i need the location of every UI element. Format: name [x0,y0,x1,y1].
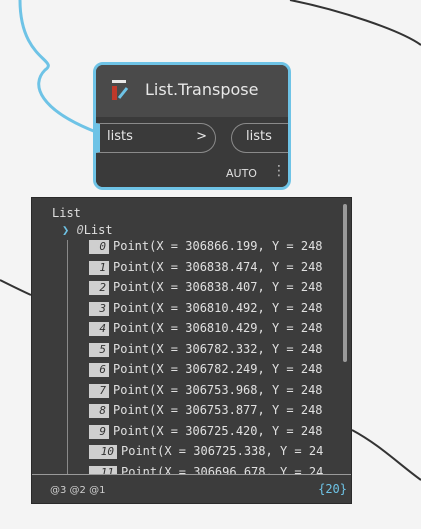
item-index-badge: 2 [89,281,109,295]
list-levels[interactable]: @3 @2 @1 [50,485,105,496]
list-item[interactable]: 0 Point(X = 306866.199, Y = 248 [89,239,323,259]
list-item[interactable]: 9 Point(X = 306725.420, Y = 248 [89,424,323,444]
wire-bottom-right [351,429,421,481]
input-port-lists[interactable]: lists > [96,123,216,153]
item-value: Point(X = 306838.407, Y = 248 [113,280,323,294]
item-index-badge: 0 [89,240,109,254]
output-port-lists[interactable]: lists [231,123,288,153]
list-item[interactable]: 8 Point(X = 306753.877, Y = 248 [89,403,323,423]
item-value: Point(X = 306782.249, Y = 248 [113,362,323,376]
output-wire-top [289,0,421,46]
list-item[interactable]: 2 Point(X = 306838.407, Y = 248 [89,280,323,300]
wire-left [0,279,32,296]
list-item[interactable]: 4 Point(X = 306810.429, Y = 248 [89,321,323,341]
node-body: lists > lists AUTO ⋮ [96,117,288,187]
list-item[interactable]: 10 Point(X = 306725.338, Y = 24 [89,444,323,464]
list-transpose-icon [112,80,129,100]
preview-footer: @3 @2 @1 {20} [32,474,351,503]
item-value: Point(X = 306810.492, Y = 248 [113,300,323,315]
item-value: Point(X = 306725.338, Y = 24 [121,444,324,458]
list-item[interactable]: 5 Point(X = 306782.332, Y = 248 [89,342,323,362]
item-value: Point(X = 306725.420, Y = 248 [113,423,323,438]
sublist-label: List [83,223,113,237]
item-value: Point(X = 306838.474, Y = 248 [113,259,323,274]
list-transpose-node[interactable]: List.Transpose lists > lists AUTO ⋮ [93,62,291,190]
watch-preview-panel[interactable]: List ❯ 0List 0 Point(X = 306866.199, Y = … [31,197,352,504]
list-item[interactable]: 6 Point(X = 306782.249, Y = 248 [89,362,323,382]
input-wire [18,0,97,134]
sublist-index: 0 [76,223,84,237]
list-item[interactable]: 1 Point(X = 306838.474, Y = 248 [89,260,323,280]
item-value: Point(X = 306753.877, Y = 248 [113,403,323,417]
input-port-arrow-icon[interactable]: > [196,129,207,144]
item-index-badge: 6 [89,363,109,377]
item-value: Point(X = 306866.199, Y = 248 [113,239,323,253]
preview-sublist[interactable]: ❯ 0List [62,223,113,237]
item-index-badge: 8 [89,404,109,418]
scrollbar[interactable] [343,204,347,362]
node-header[interactable]: List.Transpose [96,65,288,117]
item-index-badge: 5 [89,342,109,357]
item-value: Point(X = 306782.332, Y = 248 [113,341,323,356]
list-item[interactable]: 7 Point(X = 306753.968, Y = 248 [89,383,323,403]
list-item[interactable]: 3 Point(X = 306810.492, Y = 248 [89,301,323,321]
item-index-badge: 1 [89,260,109,275]
lacing-label[interactable]: AUTO [226,167,257,180]
item-index-badge: 10 [89,445,117,459]
node-menu-icon[interactable]: ⋮ [272,163,286,179]
item-count: {20} [318,482,347,496]
item-index-badge: 3 [89,301,109,316]
node-title: List.Transpose [145,80,259,99]
item-value: Point(X = 306753.968, Y = 248 [113,382,323,397]
input-port-label: lists [107,129,133,144]
tree-line [67,240,68,480]
item-index-badge: 7 [89,383,109,398]
expand-chevron-icon[interactable]: ❯ [62,223,69,237]
preview-root-label: List [52,206,81,220]
output-port-label: lists [246,129,272,144]
item-index-badge: 9 [89,424,109,439]
item-index-badge: 4 [89,322,109,336]
item-value: Point(X = 306810.429, Y = 248 [113,321,323,335]
